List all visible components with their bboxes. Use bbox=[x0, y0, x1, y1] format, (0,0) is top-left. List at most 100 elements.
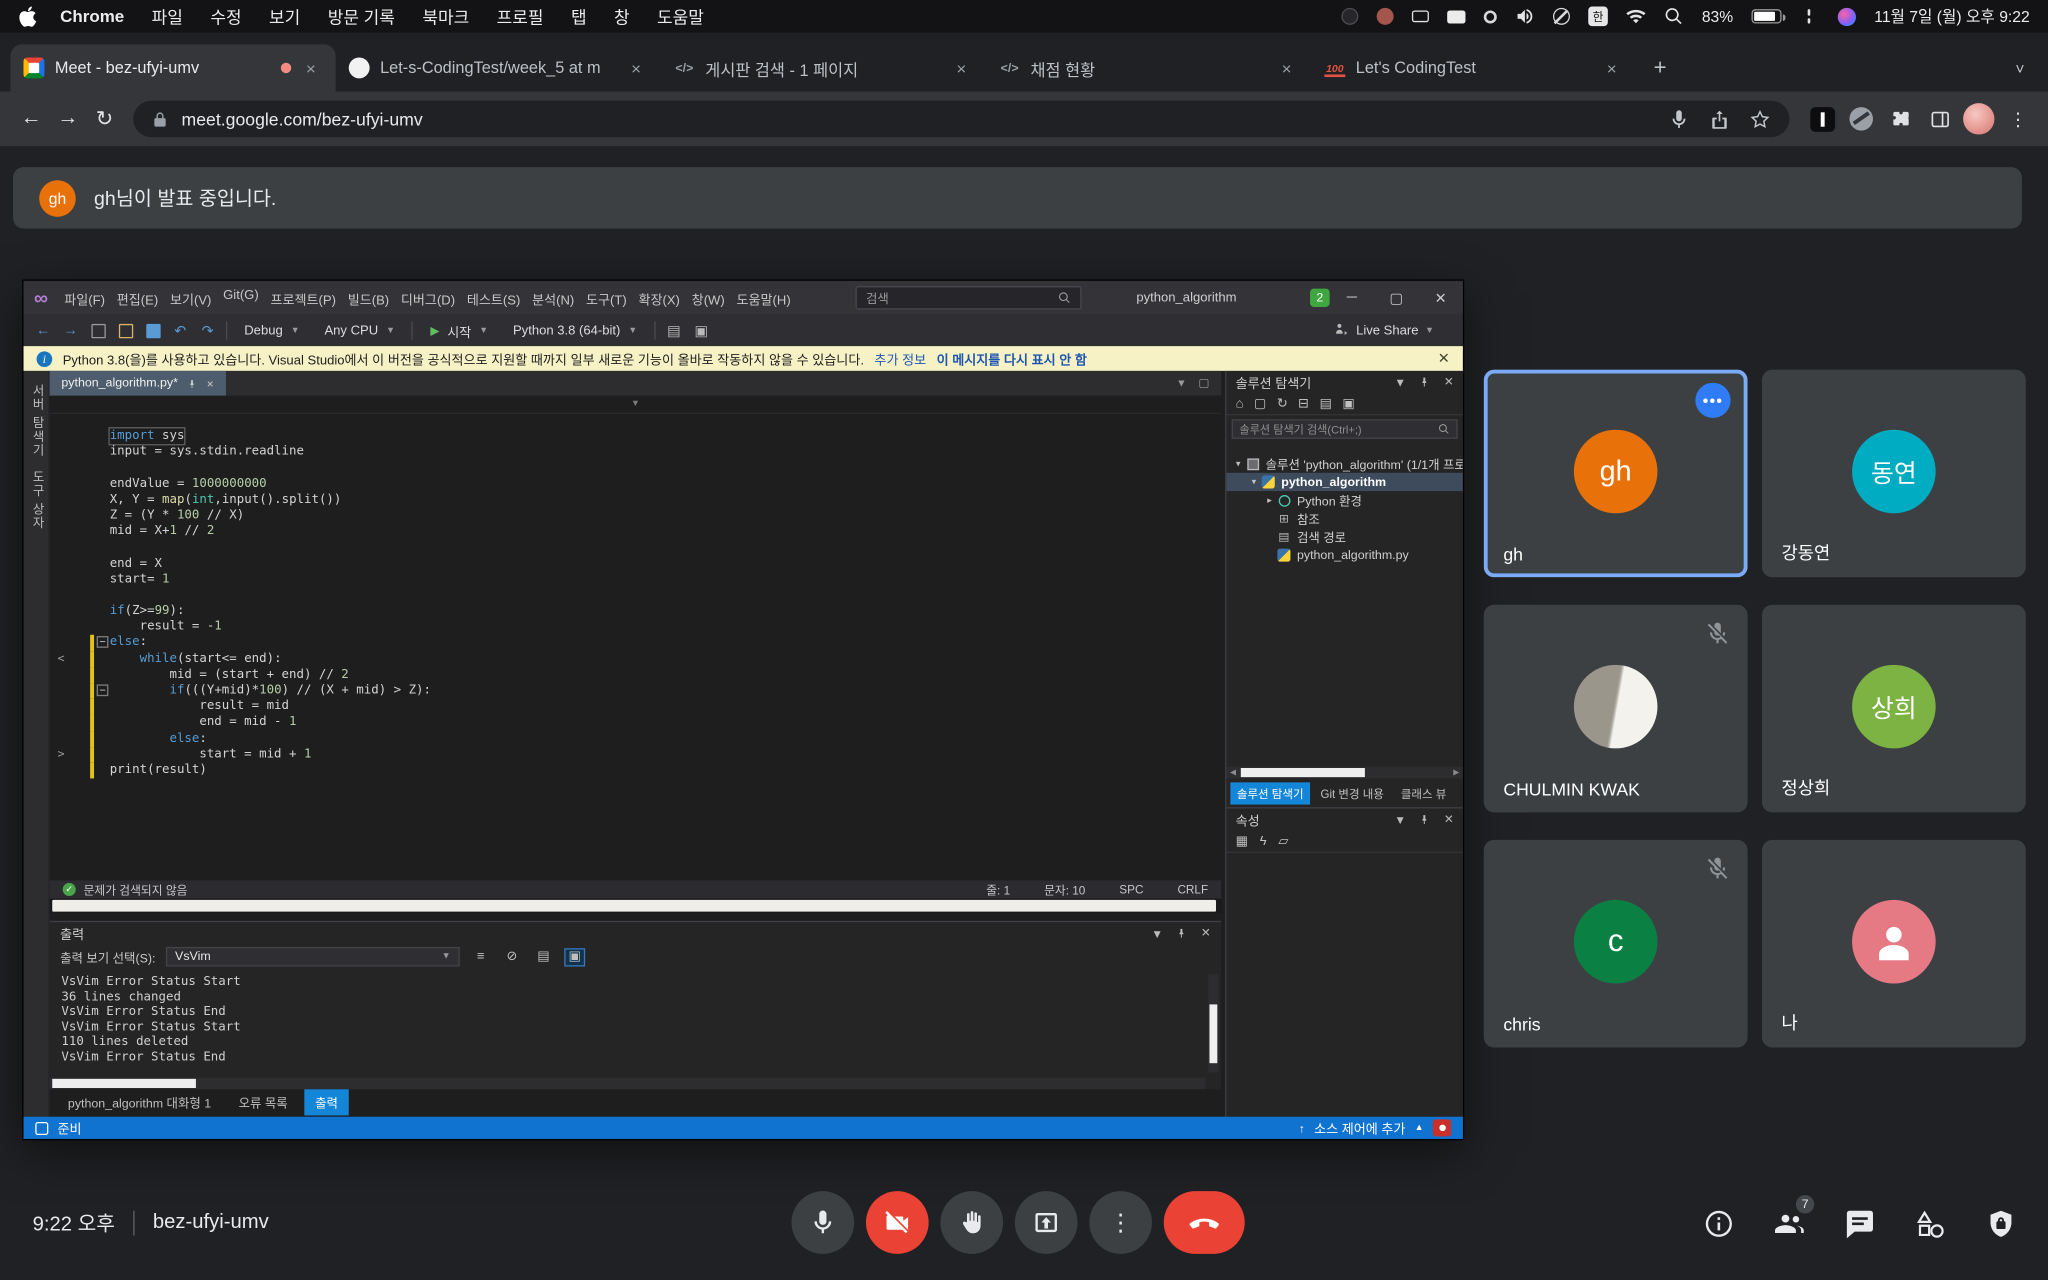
output-log[interactable]: VsVim Error Status Start 36 lines change… bbox=[61, 974, 1200, 1075]
show-all-files-icon[interactable]: ▤ bbox=[1320, 396, 1332, 410]
code-line[interactable]: > start = mid + 1 bbox=[50, 747, 1209, 763]
explorer-tab[interactable]: 솔루션 탐색기 bbox=[1230, 782, 1310, 804]
properties-dropdown-icon[interactable]: ▼ bbox=[1394, 813, 1406, 826]
extension-badge-icon[interactable] bbox=[1805, 102, 1839, 136]
output-close-icon[interactable]: ✕ bbox=[1201, 926, 1211, 940]
screen-record-icon[interactable] bbox=[1377, 6, 1394, 27]
vs-menu-item[interactable]: 테스트(S) bbox=[461, 288, 526, 308]
collapse-all-icon[interactable]: ⊟ bbox=[1298, 396, 1309, 410]
menubar-item[interactable]: 도움말 bbox=[657, 4, 704, 29]
profile-avatar[interactable] bbox=[1962, 102, 1996, 136]
explorer-tab[interactable]: Git 변경 내용 bbox=[1314, 782, 1390, 804]
space-indicator[interactable]: SPC bbox=[1119, 883, 1143, 896]
extensions-puzzle-icon[interactable] bbox=[1883, 102, 1917, 136]
menubar-item[interactable]: 탭 bbox=[571, 4, 587, 29]
wifi-icon[interactable] bbox=[1626, 6, 1646, 27]
vs-menu-item[interactable]: Git(G) bbox=[217, 288, 264, 308]
panel-tab[interactable]: 오류 목록 bbox=[228, 1089, 298, 1115]
switch-views-icon[interactable]: ▢ bbox=[1254, 396, 1266, 410]
url-text[interactable]: meet.google.com/bez-ufyi-umv bbox=[182, 109, 1650, 129]
tree-item[interactable]: ▤검색 경로 bbox=[1226, 528, 1462, 546]
output-horizontal-scrollbar[interactable] bbox=[50, 1078, 1206, 1090]
tab-close-icon[interactable]: × bbox=[624, 56, 648, 80]
explorer-tab[interactable]: 클래스 뷰 bbox=[1394, 782, 1453, 804]
configuration-dropdown[interactable]: Debug▼ bbox=[236, 319, 307, 343]
code-line[interactable]: import sys bbox=[50, 428, 1209, 444]
redo-icon[interactable]: ↷ bbox=[199, 321, 217, 339]
menubar-item[interactable]: 창 bbox=[614, 4, 630, 29]
explorer-pin-icon[interactable] bbox=[1419, 376, 1431, 388]
output-find-icon[interactable]: ≡ bbox=[470, 948, 491, 966]
activities-button[interactable] bbox=[1915, 1208, 1946, 1239]
vs-menu-item[interactable]: 보기(V) bbox=[164, 288, 217, 308]
vs-menu-item[interactable]: 빌드(B) bbox=[342, 288, 395, 308]
doc-dropdown-icon[interactable]: ▼ bbox=[1176, 377, 1186, 389]
participant-tile[interactable]: •••ghgh bbox=[1484, 370, 1748, 578]
editor-tab-close-icon[interactable]: × bbox=[207, 377, 214, 390]
control-center-icon[interactable] bbox=[1800, 8, 1820, 25]
code-line[interactable]: −else: bbox=[50, 635, 1209, 651]
menubar-app-name[interactable]: Chrome bbox=[60, 7, 124, 27]
vs-menu-item[interactable]: 편집(E) bbox=[111, 288, 164, 308]
browser-tab[interactable]: 100Let's CodingTest× bbox=[1311, 44, 1636, 91]
output-wrap-icon[interactable]: ▤ bbox=[533, 948, 554, 966]
panel-tab[interactable]: 출력 bbox=[305, 1089, 349, 1115]
menubar-clock[interactable]: 11월 7일 (월) 오후 9:22 bbox=[1874, 5, 2029, 27]
spotlight-icon[interactable] bbox=[1664, 6, 1684, 27]
vs-search-box[interactable]: 검색 bbox=[856, 286, 1082, 310]
output-dropdown-icon[interactable]: ▼ bbox=[1151, 927, 1163, 940]
code-line[interactable]: result = -1 bbox=[50, 619, 1209, 635]
explorer-search-box[interactable]: 솔루션 탐색기 검색(Ctrl+;) bbox=[1232, 419, 1458, 439]
menubar-item[interactable]: 북마크 bbox=[422, 4, 469, 29]
tab-close-icon[interactable]: × bbox=[1275, 56, 1299, 80]
tab-close-icon[interactable]: × bbox=[950, 56, 974, 80]
code-line[interactable]: X, Y = map(int,input().split()) bbox=[50, 492, 1209, 508]
find-in-files-icon[interactable]: ▣ bbox=[692, 321, 710, 339]
vs-menu-item[interactable]: 분석(N) bbox=[526, 288, 580, 308]
host-controls-button[interactable] bbox=[1985, 1208, 2016, 1239]
code-line[interactable]: else: bbox=[50, 731, 1209, 747]
bookmark-star-icon[interactable] bbox=[1749, 108, 1771, 130]
menubar-item[interactable]: 수정 bbox=[210, 4, 241, 29]
zoom-app-icon[interactable] bbox=[1341, 6, 1358, 27]
browser-tab[interactable]: </>게시판 검색 - 1 페이지× bbox=[661, 44, 986, 91]
code-line[interactable]: − if(((Y+mid)*100) // (X + mid) > Z): bbox=[50, 683, 1209, 699]
split-window-icon[interactable]: ▢ bbox=[1198, 376, 1209, 390]
nav-back-icon[interactable]: ← bbox=[34, 321, 52, 339]
editor-navigation-bar[interactable]: ▼ bbox=[50, 396, 1222, 414]
vs-side-tab[interactable]: 서버 탐색기 bbox=[27, 384, 45, 457]
tree-item[interactable]: python_algorithm.py bbox=[1226, 546, 1462, 564]
vs-close-button[interactable]: ✕ bbox=[1418, 281, 1462, 315]
save-icon[interactable] bbox=[144, 321, 162, 339]
output-pin-icon[interactable] bbox=[1176, 927, 1188, 939]
properties-pin-icon[interactable] bbox=[1419, 814, 1431, 826]
share-icon[interactable] bbox=[1708, 108, 1730, 130]
menubar-item[interactable]: 프로필 bbox=[497, 4, 544, 29]
vs-notification-badge[interactable]: 2 bbox=[1310, 289, 1330, 307]
extension-round-icon[interactable] bbox=[1844, 102, 1878, 136]
code-line[interactable]: if(Z>=99): bbox=[50, 604, 1209, 620]
menubar-item[interactable]: 보기 bbox=[269, 4, 300, 29]
info-bar-close-icon[interactable]: ✕ bbox=[1438, 350, 1450, 367]
vs-menu-item[interactable]: 도구(T) bbox=[580, 288, 632, 308]
add-to-source-control[interactable]: 소스 제어에 추가 bbox=[1314, 1118, 1405, 1138]
code-line[interactable] bbox=[50, 588, 1209, 604]
reload-button[interactable]: ↻ bbox=[86, 101, 123, 138]
explorer-horizontal-scrollbar[interactable]: ◀▶ bbox=[1226, 767, 1462, 779]
editor-tab[interactable]: python_algorithm.py* × bbox=[50, 371, 226, 396]
code-line[interactable]: end = X bbox=[50, 556, 1209, 572]
properties-icon[interactable]: ▣ bbox=[1342, 396, 1354, 410]
code-line[interactable]: mid = (start + end) // 2 bbox=[50, 667, 1209, 683]
nav-forward-icon[interactable]: → bbox=[61, 321, 79, 339]
code-line[interactable]: input = sys.stdin.readline bbox=[50, 444, 1209, 460]
new-tab-button[interactable]: + bbox=[1642, 50, 1679, 87]
people-button[interactable]: 7 bbox=[1774, 1208, 1805, 1239]
forward-button[interactable]: → bbox=[50, 101, 87, 138]
property-pages-icon[interactable]: ▱ bbox=[1278, 834, 1288, 848]
present-button[interactable] bbox=[1015, 1191, 1078, 1254]
open-file-icon[interactable] bbox=[116, 321, 134, 339]
raise-hand-button[interactable] bbox=[940, 1191, 1003, 1254]
alphabetical-icon[interactable]: ϟ bbox=[1260, 834, 1267, 848]
solution-explorer-toolbar-icon[interactable]: ▤ bbox=[665, 321, 683, 339]
browser-tab[interactable]: Meet - bez-ufyi-umv× bbox=[10, 44, 335, 91]
